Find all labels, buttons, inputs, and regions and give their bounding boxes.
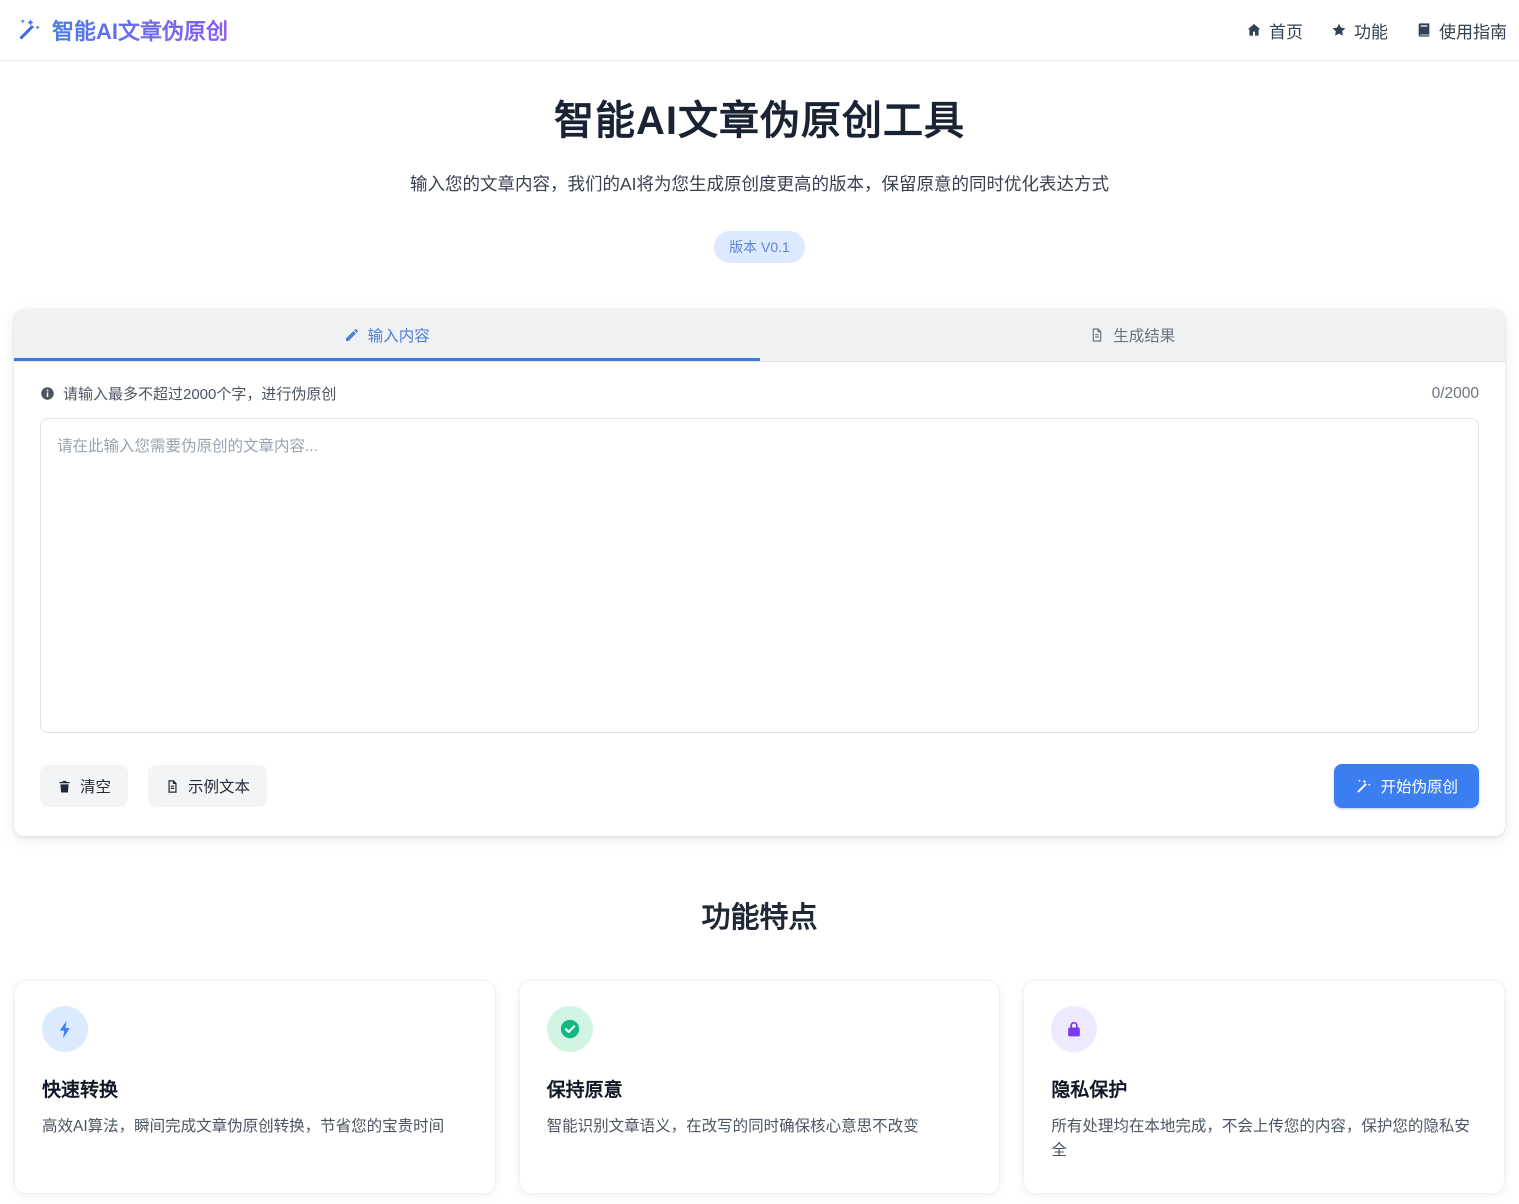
main-content: 智能AI文章伪原创工具 输入您的文章内容，我们的AI将为您生成原创度更高的版本，…	[0, 61, 1519, 1204]
feature-card-keep-meaning: 保持原意 智能识别文章语义，在改写的同时确保核心意思不改变	[519, 980, 1001, 1194]
star-icon	[1331, 22, 1347, 38]
pencil-icon	[344, 327, 360, 343]
feature-card-title: 隐私保护	[1051, 1075, 1477, 1102]
feature-card-title: 快速转换	[42, 1075, 468, 1102]
tab-label: 生成结果	[1113, 324, 1175, 346]
info-icon	[40, 386, 55, 401]
home-icon	[1246, 22, 1262, 38]
nav-item-label: 使用指南	[1439, 18, 1507, 43]
lock-icon	[1051, 1006, 1097, 1052]
feature-card-desc: 所有处理均在本地完成，不会上传您的内容，保护您的隐私安全	[1051, 1115, 1477, 1163]
document-icon	[1089, 327, 1105, 343]
page-title: 智能AI文章伪原创工具	[0, 97, 1519, 145]
brand[interactable]: 智能AI文章伪原创	[16, 14, 228, 46]
feature-cards: 快速转换 高效AI算法，瞬间完成文章伪原创转换，节省您的宝贵时间 保持原意 智能…	[14, 980, 1505, 1194]
lightning-icon	[42, 1006, 88, 1052]
tab-input[interactable]: 输入内容	[14, 309, 760, 361]
nav-item-home[interactable]: 首页	[1246, 18, 1303, 43]
start-rewrite-button-label: 开始伪原创	[1380, 775, 1458, 797]
hint-row: 请输入最多不超过2000个字，进行伪原创 0/2000	[40, 383, 1479, 404]
input-hint-text: 请输入最多不超过2000个字，进行伪原创	[63, 383, 336, 404]
input-hint: 请输入最多不超过2000个字，进行伪原创	[40, 383, 336, 404]
sample-text-button[interactable]: 示例文本	[148, 765, 267, 807]
navbar: 智能AI文章伪原创 首页 功能 使用指南	[0, 0, 1519, 61]
features-title: 功能特点	[0, 894, 1519, 936]
workspace-panel: 输入内容 生成结果 请输入最多不超过2000个字，进行伪原创	[14, 309, 1505, 836]
magic-wand-icon	[1355, 778, 1372, 795]
check-circle-icon	[547, 1006, 593, 1052]
nav-item-features[interactable]: 功能	[1331, 18, 1388, 43]
hero-section: 智能AI文章伪原创工具 输入您的文章内容，我们的AI将为您生成原创度更高的版本，…	[0, 61, 1519, 263]
feature-card-title: 保持原意	[547, 1075, 973, 1102]
clear-button[interactable]: 清空	[40, 765, 128, 807]
input-panel-body: 请输入最多不超过2000个字，进行伪原创 0/2000 清空	[14, 362, 1505, 836]
feature-card-desc: 智能识别文章语义，在改写的同时确保核心意思不改变	[547, 1115, 973, 1139]
nav-item-guide[interactable]: 使用指南	[1416, 18, 1507, 43]
sample-text-button-label: 示例文本	[188, 775, 250, 797]
features-section: 功能特点 快速转换 高效AI算法，瞬间完成文章伪原创转换，节省您的宝贵时间 保持…	[0, 894, 1519, 1204]
tab-label: 输入内容	[368, 324, 430, 346]
clear-button-label: 清空	[80, 775, 111, 797]
tab-bar: 输入内容 生成结果	[14, 309, 1505, 362]
trash-icon	[57, 779, 72, 794]
article-input[interactable]	[40, 418, 1479, 733]
action-row: 清空 示例文本	[40, 764, 1479, 808]
file-text-icon	[165, 779, 180, 794]
start-rewrite-button[interactable]: 开始伪原创	[1334, 764, 1479, 808]
feature-card-desc: 高效AI算法，瞬间完成文章伪原创转换，节省您的宝贵时间	[42, 1115, 468, 1139]
book-icon	[1416, 22, 1432, 38]
tab-result[interactable]: 生成结果	[760, 309, 1506, 361]
feature-card-privacy: 隐私保护 所有处理均在本地完成，不会上传您的内容，保护您的隐私安全	[1023, 980, 1505, 1194]
page-subtitle: 输入您的文章内容，我们的AI将为您生成原创度更高的版本，保留原意的同时优化表达方…	[410, 170, 1110, 198]
nav-links: 首页 功能 使用指南	[1246, 18, 1507, 43]
brand-title: 智能AI文章伪原创	[52, 14, 228, 46]
magic-wand-icon	[16, 17, 42, 43]
nav-item-label: 首页	[1269, 18, 1303, 43]
feature-card-fast-convert: 快速转换 高效AI算法，瞬间完成文章伪原创转换，节省您的宝贵时间	[14, 980, 496, 1194]
nav-item-label: 功能	[1354, 18, 1388, 43]
version-badge: 版本 V0.1	[714, 231, 805, 263]
char-counter: 0/2000	[1432, 385, 1479, 403]
